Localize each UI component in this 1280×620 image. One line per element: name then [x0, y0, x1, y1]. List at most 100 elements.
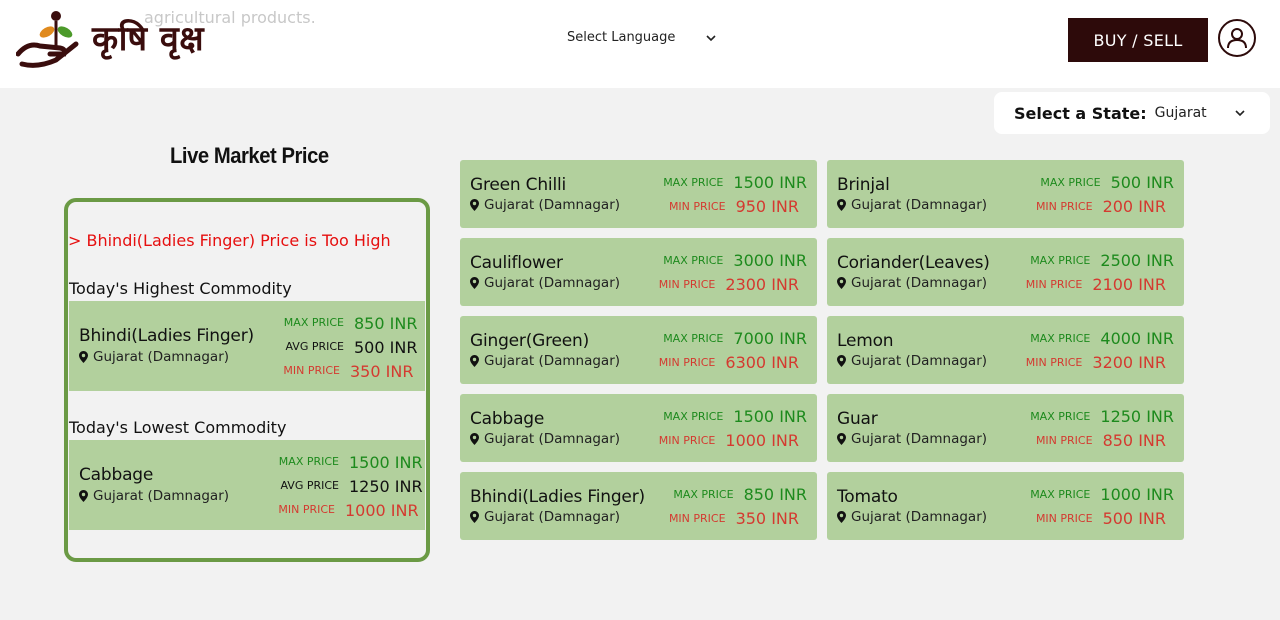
commodity-name: Cabbage — [470, 409, 545, 429]
location-text: Gujarat (Damnagar) — [851, 197, 988, 213]
min-price-label: MIN PRICE — [658, 278, 716, 291]
min-price-label: MIN PRICE — [1035, 434, 1093, 447]
commodity-name: Lemon — [837, 331, 894, 351]
commodity-name: Ginger(Green) — [470, 331, 590, 351]
min-price-label: MIN PRICE — [278, 503, 335, 516]
max-price-label: MAX PRICE — [663, 332, 724, 345]
avg-price-label: AVG PRICE — [285, 340, 344, 353]
commodity-name: Tomato — [837, 487, 898, 507]
language-select-label: Select Language — [567, 30, 676, 45]
location-text: Gujarat (Damnagar) — [484, 431, 621, 447]
min-price-value: 950 INR — [735, 197, 799, 216]
commodity-card[interactable]: Ginger(Green) Gujarat (Damnagar) MAX PRICE… — [460, 316, 817, 384]
max-price-value: 1500 INR — [733, 407, 807, 426]
avg-price-value: 500 INR — [354, 338, 418, 357]
location-pin-icon — [470, 277, 479, 289]
min-price-value: 6300 INR — [725, 353, 799, 372]
max-price-label: MAX PRICE — [1030, 254, 1091, 267]
avatar[interactable] — [1218, 19, 1256, 57]
commodity-name: Brinjal — [837, 175, 890, 195]
state-select-label: Select a State: — [1014, 103, 1147, 123]
header: agricultural products. कृषि वृक्ष Select… — [0, 0, 1280, 88]
location-pin-icon — [470, 433, 479, 445]
logo-icon[interactable] — [16, 8, 80, 70]
commodity-location: Gujarat (Damnagar) — [470, 353, 620, 369]
state-select-value: Gujarat — [1154, 105, 1207, 121]
max-price-value: 3000 INR — [733, 251, 807, 270]
commodity-name: Coriander(Leaves) — [837, 253, 990, 273]
max-price-label: MAX PRICE — [278, 455, 339, 468]
commodity-location: Gujarat (Damnagar) — [837, 197, 987, 213]
commodity-card[interactable]: Lemon Gujarat (Damnagar) MAX PRICE 4000 INR… — [827, 316, 1184, 384]
min-price-label: MIN PRICE — [1035, 200, 1093, 213]
commodity-location: Gujarat (Damnagar) — [470, 431, 620, 447]
commodity-card[interactable]: Green Chilli Gujarat (Damnagar) MAX PRICE 1… — [460, 160, 817, 228]
commodity-location: Gujarat (Damnagar) — [470, 275, 620, 291]
commodity-card[interactable]: Cabbage Gujarat (Damnagar) MAX PRICE 1500 I… — [460, 394, 817, 462]
max-price-label: MAX PRICE — [1030, 410, 1091, 423]
location-pin-icon — [837, 277, 846, 289]
min-price-value: 850 INR — [1102, 431, 1166, 450]
commodity-location: Gujarat (Damnagar) — [79, 488, 229, 504]
location-text: Gujarat (Damnagar) — [484, 197, 621, 213]
location-pin-icon — [79, 490, 88, 502]
chevron-down-icon — [706, 34, 716, 41]
commodity-location: Gujarat (Damnagar) — [837, 509, 987, 525]
max-price-value: 850 INR — [743, 485, 807, 504]
live-market-price-title: Live Market Price — [170, 143, 329, 168]
min-price-value: 2100 INR — [1092, 275, 1166, 294]
commodity-location: Gujarat (Damnagar) — [837, 353, 987, 369]
commodity-location: Gujarat (Damnagar) — [837, 431, 987, 447]
location-text: Gujarat (Damnagar) — [851, 509, 988, 525]
highest-commodity-label: Today's Highest Commodity — [69, 279, 292, 298]
location-text: Gujarat (Damnagar) — [484, 275, 621, 291]
commodity-name: Bhindi(Ladies Finger) — [470, 487, 645, 507]
location-text: Gujarat (Damnagar) — [484, 353, 621, 369]
min-price-label: MIN PRICE — [658, 356, 716, 369]
max-price-value: 2500 INR — [1100, 251, 1174, 270]
min-price-label: MIN PRICE — [1035, 512, 1093, 525]
commodity-card[interactable]: Cauliflower Gujarat (Damnagar) MAX PRICE 30… — [460, 238, 817, 306]
commodity-location: Gujarat (Damnagar) — [79, 349, 229, 365]
commodity-name: Bhindi(Ladies Finger) — [79, 326, 254, 346]
max-price-label: MAX PRICE — [663, 254, 724, 267]
max-price-label: MAX PRICE — [1040, 176, 1101, 189]
max-price-value: 1250 INR — [1100, 407, 1174, 426]
language-select[interactable]: Select Language — [567, 30, 717, 45]
location-text: Gujarat (Damnagar) — [93, 349, 230, 365]
location-pin-icon — [837, 355, 846, 367]
max-price-label: MAX PRICE — [673, 488, 734, 501]
location-text: Gujarat (Damnagar) — [851, 275, 988, 291]
commodity-name: Green Chilli — [470, 175, 567, 195]
max-price-label: MAX PRICE — [283, 316, 344, 329]
commodity-card[interactable]: Guar Gujarat (Damnagar) MAX PRICE 1250 INR M… — [827, 394, 1184, 462]
min-price-label: MIN PRICE — [668, 200, 726, 213]
location-text: Gujarat (Damnagar) — [851, 353, 988, 369]
lowest-commodity-card[interactable]: Cabbage Gujarat (Damnagar) MAX PRICE 150… — [69, 440, 425, 530]
location-pin-icon — [837, 511, 846, 523]
commodity-card[interactable]: Tomato Gujarat (Damnagar) MAX PRICE 1000 IN… — [827, 472, 1184, 540]
min-price-label: MIN PRICE — [1025, 356, 1083, 369]
min-price-value: 200 INR — [1102, 197, 1166, 216]
commodity-card[interactable]: Bhindi(Ladies Finger) Gujarat (Damnagar) M… — [460, 472, 817, 540]
max-price-value: 1500 INR — [733, 173, 807, 192]
commodity-name: Cauliflower — [470, 253, 563, 273]
state-select[interactable]: Select a State: Gujarat — [994, 92, 1270, 134]
min-price-value: 500 INR — [1102, 509, 1166, 528]
location-pin-icon — [837, 433, 846, 445]
avg-price-value: 1250 INR — [349, 477, 423, 496]
location-pin-icon — [470, 199, 479, 211]
max-price-value: 850 INR — [354, 314, 418, 333]
max-price-value: 1500 INR — [349, 453, 423, 472]
highest-commodity-card[interactable]: Bhindi(Ladies Finger) Gujarat (Damnagar)… — [69, 301, 425, 391]
commodity-card[interactable]: Coriander(Leaves) Gujarat (Damnagar) MAX P… — [827, 238, 1184, 306]
max-price-value: 500 INR — [1110, 173, 1174, 192]
commodity-location: Gujarat (Damnagar) — [470, 197, 620, 213]
max-price-label: MAX PRICE — [1030, 488, 1091, 501]
location-text: Gujarat (Damnagar) — [851, 431, 988, 447]
lowest-commodity-label: Today's Lowest Commodity — [69, 418, 287, 437]
max-price-label: MAX PRICE — [663, 410, 724, 423]
commodity-location: Gujarat (Damnagar) — [470, 509, 620, 525]
commodity-card[interactable]: Brinjal Gujarat (Damnagar) MAX PRICE 500 IN… — [827, 160, 1184, 228]
buy-sell-button[interactable]: BUY / SELL — [1068, 18, 1208, 62]
